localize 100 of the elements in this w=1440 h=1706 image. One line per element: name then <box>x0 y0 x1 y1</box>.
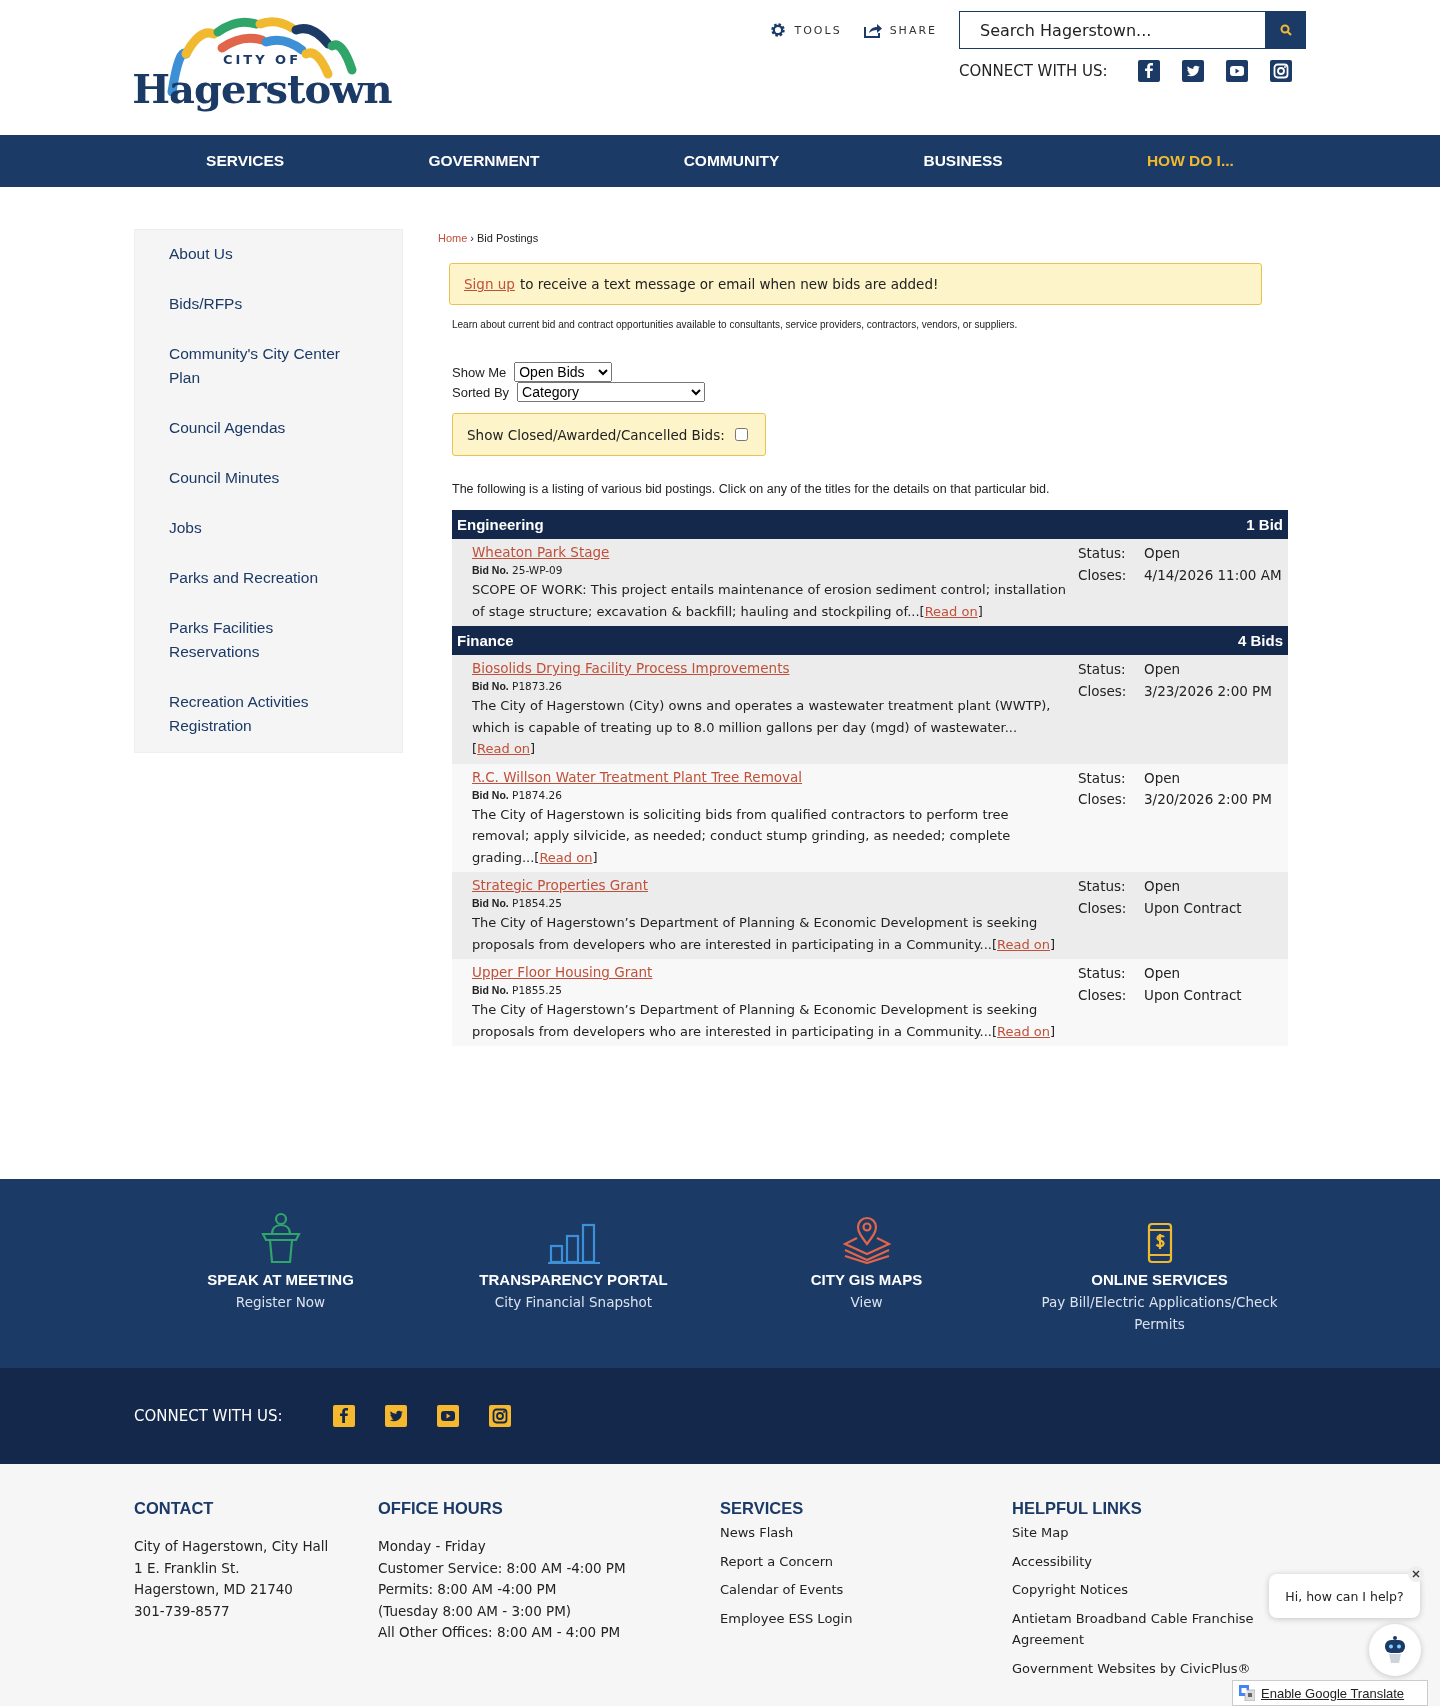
nav-item[interactable]: COMMUNITY <box>683 152 780 170</box>
read-on-link[interactable]: Read on <box>997 1023 1050 1039</box>
quick-link[interactable]: TRANSPARENCY PORTAL City Financial Snapshot <box>427 1210 720 1335</box>
footer-heading: OFFICE HOURS <box>378 1499 504 1518</box>
quick-link-subtitle: Pay Bill/Electric Applications/Check Permits <box>1040 1293 1279 1334</box>
translate-link[interactable]: Enable Google Translate <box>1232 1680 1428 1706</box>
connect-label: CONNECT WITH US: <box>134 1407 283 1425</box>
sidebar-item[interactable]: Community's City Center Plan <box>169 342 352 390</box>
read-on-link[interactable]: Read on <box>539 849 593 865</box>
footer-link[interactable]: Employee ESS Login <box>720 1607 972 1629</box>
footer-text: 301-739-8577 <box>134 1601 231 1621</box>
bid-description: The City of Hagerstown’s Department of Planning & Economic Development is seeking proposals from developers who are interested in participating in a Community...[Read on] <box>472 1001 1057 1041</box>
footer-text: (Tuesday 8:00 AM - 3:00 PM) <box>378 1601 573 1621</box>
status-label: Status: <box>1078 768 1127 787</box>
sidebar-item[interactable]: Council Minutes <box>169 466 352 490</box>
status-label: Status: <box>1078 660 1127 679</box>
breadcrumb-separator: › <box>470 232 474 244</box>
closes-value: 4/14/2026 11:00 AM <box>1144 565 1283 584</box>
search-field[interactable]: Search Hagerstown... <box>959 11 1266 49</box>
bid-description: The City of Hagerstown (City) owns and operates a wastewater treatment plant (WWTP), which is capable of treating up to 8.0 million gallons per day (mgd) of wastewater...[Read on] <box>472 697 1052 758</box>
signup-link[interactable]: Sign up <box>464 276 515 292</box>
footer-heading: CONTACT <box>134 1499 215 1518</box>
category-name: Engineering <box>457 516 544 533</box>
share-link[interactable]: SHARE <box>863 22 937 38</box>
status-value: Open <box>1144 964 1182 983</box>
bid-description: SCOPE OF WORK: This project entails maintenance of erosion sediment control; installation of stage structure; excavation & backfill; hauling and stockpiling of...[Read on] <box>472 581 1067 621</box>
footer-text: Hagerstown, MD 21740 <box>134 1580 294 1599</box>
footer-text: Monday - Friday <box>378 1537 487 1556</box>
category-name: Finance <box>457 632 514 649</box>
footer-text: All Other Offices: 8:00 AM - 4:00 PM <box>378 1623 622 1642</box>
footer-text: Customer Service: 8:00 AM -4:00 PM <box>378 1558 627 1578</box>
connect-label: CONNECT WITH US: <box>959 62 1108 80</box>
closes-label: Closes: <box>1078 985 1128 1004</box>
sidebar-item[interactable]: Parks Facilities Reservations <box>169 616 352 664</box>
nav-item[interactable]: SERVICES <box>206 152 285 170</box>
listing-text: The following is a listing of various bid postings. Click on any of the titles for the details on that particular bid. <box>452 482 1051 496</box>
footer-link[interactable]: News Flash <box>720 1522 972 1544</box>
closes-label: Closes: <box>1078 681 1128 700</box>
status-value: Open <box>1144 544 1182 563</box>
bid-title-link[interactable]: Wheaton Park Stage <box>472 544 610 560</box>
bid-count: 1 Bid <box>1246 516 1283 533</box>
notice-text: to receive a text message or email when new bids are added! <box>519 276 939 292</box>
closes-label: Closes: <box>1078 790 1128 809</box>
quick-link-subtitle: City Financial Snapshot <box>493 1293 654 1312</box>
footer-heading: HELPFUL LINKS <box>1012 1499 1143 1518</box>
bid-count: 4 Bids <box>1238 632 1283 649</box>
chat-bubble[interactable]: Hi, how can I help? <box>1269 1574 1420 1618</box>
footer-link[interactable]: Copyright Notices <box>1012 1579 1264 1601</box>
status-value: Open <box>1144 768 1182 787</box>
bid-title-link[interactable]: Strategic Properties Grant <box>472 877 648 893</box>
read-on-link[interactable]: Read on <box>997 936 1050 952</box>
status-label: Status: <box>1078 544 1127 563</box>
closes-label: Closes: <box>1078 898 1128 917</box>
bid-description: The City of Hagerstown’s Department of Planning & Economic Development is seeking proposals from developers who are interested in participating in a Community...[Read on] <box>472 914 1057 954</box>
breadcrumb-current: Bid Postings <box>477 232 539 244</box>
read-on-link[interactable]: Read on <box>477 741 531 756</box>
sort-dropdown[interactable]: Category <box>517 382 706 402</box>
sidebar-item[interactable]: Recreation Activities Registration <box>169 690 352 738</box>
quick-link[interactable]: ONLINE SERVICES Pay Bill/Electric Applications/Check Permits <box>1013 1210 1306 1335</box>
footer-link[interactable]: Calendar of Events <box>720 1579 972 1601</box>
filter-label: Show Me <box>452 364 507 380</box>
sidebar-item[interactable]: About Us <box>169 242 352 266</box>
footer-link[interactable]: Site Map <box>1012 1522 1264 1544</box>
footer-link[interactable]: Report a Concern <box>720 1550 972 1572</box>
footer-text: Permits: 8:00 AM -4:00 PM <box>378 1580 558 1599</box>
sidebar-item[interactable]: Council Agendas <box>169 416 352 440</box>
read-on-link[interactable]: Read on <box>924 603 978 619</box>
bid-title-link[interactable]: Upper Floor Housing Grant <box>472 964 653 980</box>
quick-link-subtitle: View <box>849 1293 884 1312</box>
closes-value: Upon Contract <box>1144 985 1243 1004</box>
quick-link-title: ONLINE SERVICES <box>1091 1271 1228 1288</box>
footer-link[interactable]: Antietam Broadband Cable Franchise Agreement <box>1012 1607 1264 1651</box>
closes-value: 3/23/2026 2:00 PM <box>1144 681 1273 700</box>
closes-value: 3/20/2026 2:00 PM <box>1144 790 1273 809</box>
nav-item[interactable]: BUSINESS <box>923 152 1003 170</box>
footer-heading: SERVICES <box>720 1499 805 1518</box>
breadcrumb-link[interactable]: Home <box>438 232 468 244</box>
logo-subtitle: CITY OF <box>222 52 302 67</box>
sidebar-item[interactable]: Bids/RFPs <box>169 292 352 316</box>
footer-link[interactable]: Government Websites by CivicPlus® <box>1012 1657 1264 1679</box>
quick-link[interactable]: CITY GIS MAPS View <box>720 1210 1013 1335</box>
quick-link-title: CITY GIS MAPS <box>810 1271 923 1288</box>
sidebar-item[interactable]: Jobs <box>169 516 352 540</box>
bid-title-link[interactable]: R.C. Willson Water Treatment Plant Tree Removal <box>472 768 803 785</box>
bid-number: Bid No. P1854.25 <box>472 897 563 909</box>
show-me-dropdown[interactable]: Open Bids <box>514 362 613 382</box>
chat-message: Hi, how can I help? <box>1285 1588 1404 1604</box>
quick-link-title: TRANSPARENCY PORTAL <box>479 1271 668 1288</box>
status-value: Open <box>1144 660 1182 679</box>
sidebar-item[interactable]: Parks and Recreation <box>169 566 352 590</box>
tools-link[interactable]: TOOLS <box>770 22 842 38</box>
status-value: Open <box>1144 877 1182 896</box>
bid-number: Bid No. P1874.26 <box>472 788 563 801</box>
bid-title-link[interactable]: Biosolids Drying Facility Process Improvements <box>472 660 790 676</box>
closes-value: Upon Contract <box>1144 898 1243 917</box>
footer-link[interactable]: Accessibility <box>1012 1550 1264 1572</box>
quick-link[interactable]: SPEAK AT MEETING Register Now <box>134 1210 427 1335</box>
nav-item[interactable]: HOW DO I... <box>1146 152 1234 170</box>
closes-label: Closes: <box>1078 565 1128 584</box>
nav-item[interactable]: GOVERNMENT <box>428 152 540 170</box>
